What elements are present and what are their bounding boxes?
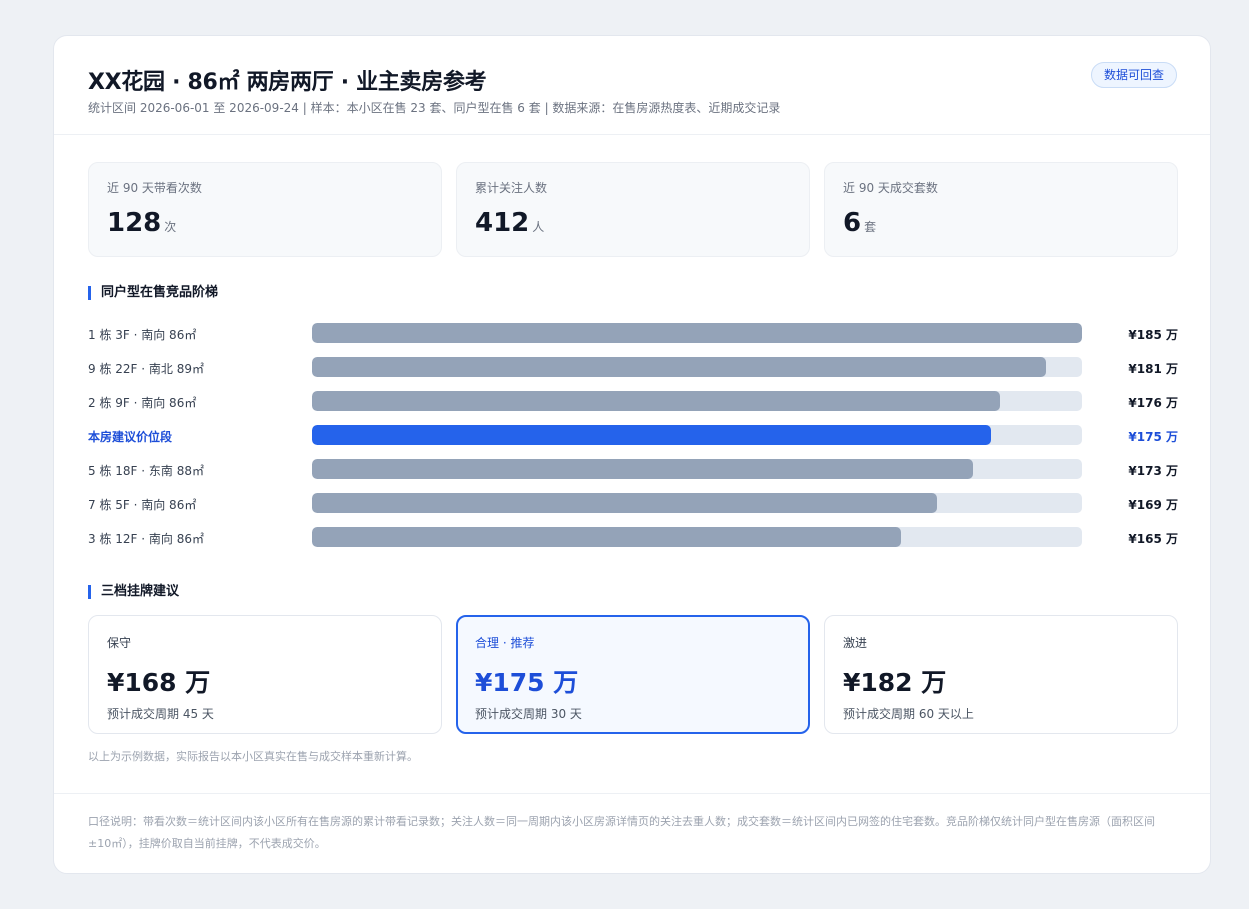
- stat-unit: 次: [164, 220, 177, 234]
- page-subtitle: 统计区间 2026-06-01 至 2026-09-24 | 样本：本小区在售 …: [88, 101, 781, 115]
- ladder-bar-track: [312, 391, 1082, 411]
- ladder-bar-track: [312, 493, 1082, 513]
- tier-name: 合理 · 推荐: [475, 636, 535, 650]
- ladder-bar: [312, 323, 1082, 343]
- ladder-row-price: ¥165 万: [1128, 532, 1178, 546]
- ladder-row-price: ¥169 万: [1128, 498, 1178, 512]
- ladder-row-label: 3 栋 12F · 南向 86㎡: [88, 532, 204, 546]
- competitor-ladder: 1 栋 3F · 南向 86㎡ ¥185 万 9 栋 22F · 南北 89㎡ ¥18…: [88, 322, 1178, 560]
- ladder-row-suggested: 本房建议价位段 ¥175 万: [88, 424, 1178, 458]
- ladder-row-price: ¥176 万: [1128, 396, 1178, 410]
- stat-label: 近 90 天带看次数: [107, 181, 202, 195]
- ladder-row-label: 2 栋 9F · 南向 86㎡: [88, 396, 197, 410]
- stat-label: 近 90 天成交套数: [843, 181, 938, 195]
- tiers-section-title: 三档挂牌建议: [88, 585, 179, 599]
- tier-cycle: 预计成交周期 60 天以上: [843, 707, 974, 721]
- ladder-bar: [312, 391, 1001, 411]
- ladder-row: 1 栋 3F · 南向 86㎡ ¥185 万: [88, 322, 1178, 356]
- stat-value: 6套: [843, 208, 1159, 238]
- ladder-bar-track: [312, 323, 1082, 343]
- ladder-bar-track: [312, 527, 1082, 547]
- ladder-row: 3 栋 12F · 南向 86㎡ ¥165 万: [88, 526, 1178, 560]
- page-title: XX花园 · 86㎡ 两房两厅 · 业主卖房参考: [88, 70, 487, 95]
- ladder-row-label: 1 栋 3F · 南向 86㎡: [88, 328, 197, 342]
- stat-card-followers: 累计关注人数 412 人: [456, 162, 810, 257]
- tier-name: 保守: [107, 636, 132, 650]
- ladder-row: 9 栋 22F · 南北 89㎡ ¥181 万: [88, 356, 1178, 390]
- tier-card-conservative[interactable]: 保守 ¥168 万 预计成交周期 45 天: [88, 615, 442, 734]
- tier-card-recommended[interactable]: 合理 · 推荐 ¥175 万 预计成交周期 30 天: [456, 615, 810, 734]
- ladder-bar: [312, 459, 974, 479]
- stat-value: 128 次: [107, 208, 423, 238]
- stat-unit: 套: [864, 220, 877, 234]
- stat-card-deals: 近 90 天成交套数 6套: [824, 162, 1178, 257]
- ladder-bar: [312, 527, 901, 547]
- sample-data-note: 以上为示例数据，实际报告以本小区真实在售与成交样本重新计算。: [88, 750, 418, 763]
- ladder-bar-track: [312, 459, 1082, 479]
- tier-price: ¥175 万: [475, 668, 579, 697]
- ladder-bar: [312, 357, 1046, 377]
- ladder-row: 7 栋 5F · 南向 86㎡ ¥169 万: [88, 492, 1178, 526]
- report-header: XX花园 · 86㎡ 两房两厅 · 业主卖房参考 统计区间 2026-06-01…: [54, 36, 1210, 135]
- ladder-row-price: ¥185 万: [1128, 328, 1178, 342]
- tier-price: ¥168 万: [107, 668, 211, 697]
- report-card: XX花园 · 86㎡ 两房两厅 · 业主卖房参考 统计区间 2026-06-01…: [53, 35, 1211, 874]
- ladder-row: 5 栋 18F · 东南 88㎡ ¥173 万: [88, 458, 1178, 492]
- stat-number: 6: [843, 208, 862, 238]
- stat-number: 128: [107, 208, 162, 238]
- stat-label: 累计关注人数: [475, 181, 548, 195]
- ladder-row-price: ¥181 万: [1128, 362, 1178, 376]
- tier-card-aggressive[interactable]: 激进 ¥182 万 预计成交周期 60 天以上: [824, 615, 1178, 734]
- ladder-row-price: ¥175 万: [1128, 430, 1178, 444]
- tier-cycle: 预计成交周期 45 天: [107, 707, 214, 721]
- stats-row: 近 90 天带看次数 128 次 累计关注人数 412 人 近 90 天成交套数 6…: [88, 162, 1178, 257]
- ladder-bar-track: [312, 357, 1082, 377]
- stat-number: 412: [475, 208, 530, 238]
- tier-price: ¥182 万: [843, 668, 947, 697]
- ladder-section-title: 同户型在售竞品阶梯: [88, 286, 218, 300]
- ladder-row-label: 9 栋 22F · 南北 89㎡: [88, 362, 204, 376]
- ladder-bar: [312, 493, 938, 513]
- stat-unit: 人: [532, 220, 545, 234]
- ladder-row-price: ¥173 万: [1128, 464, 1178, 478]
- tier-name: 激进: [843, 636, 868, 650]
- stat-value: 412 人: [475, 208, 791, 238]
- ladder-row-label: 5 栋 18F · 东南 88㎡: [88, 464, 204, 478]
- ladder-row-label: 本房建议价位段: [88, 430, 173, 444]
- pricing-tiers: 保守 ¥168 万 预计成交周期 45 天 合理 · 推荐 ¥175 万 预计成…: [88, 615, 1178, 734]
- tier-cycle: 预计成交周期 30 天: [475, 707, 582, 721]
- ladder-bar-track: [312, 425, 1082, 445]
- stat-card-viewings: 近 90 天带看次数 128 次: [88, 162, 442, 257]
- ladder-row: 2 栋 9F · 南向 86㎡ ¥176 万: [88, 390, 1178, 424]
- data-traceable-badge[interactable]: 数据可回查: [1090, 62, 1177, 88]
- ladder-row-label: 7 栋 5F · 南向 86㎡: [88, 498, 197, 512]
- ladder-bar: [312, 425, 992, 445]
- methodology-footer: 口径说明：带看次数＝统计区间内该小区所有在售房源的累计带看记录数；关注人数＝同一…: [54, 793, 1210, 855]
